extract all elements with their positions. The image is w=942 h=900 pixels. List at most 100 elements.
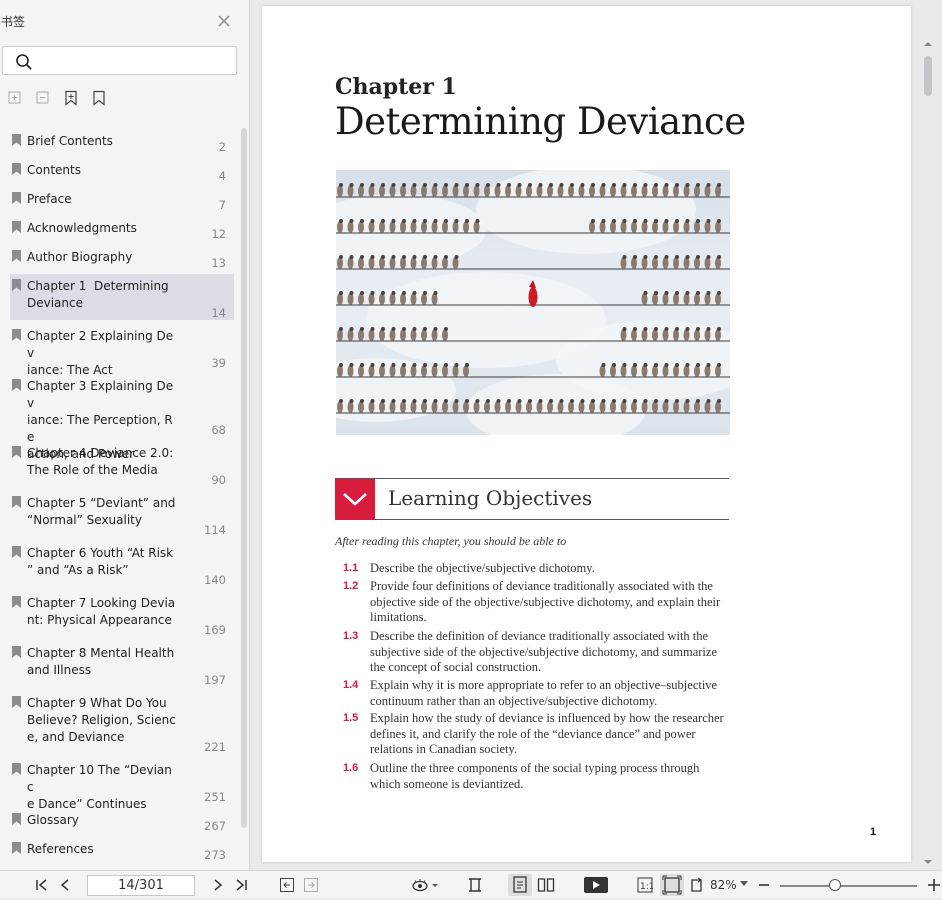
back-icon[interactable] (279, 877, 295, 893)
learning-objectives-header: Learning Objectives (335, 478, 729, 520)
bookmark-ribbon-icon (12, 163, 21, 175)
bookmark-item[interactable]: Chapter 8 Mental Health and Illness 197 (10, 641, 234, 687)
single-page-view-button[interactable] (508, 874, 532, 896)
bookmark-label: Chapter 2 Explaining Dev iance: The Act (27, 329, 174, 377)
bookmark-item[interactable]: Brief Contents 2 (10, 129, 234, 154)
bookmark-ribbon-icon (12, 329, 21, 341)
zoom-in-icon[interactable] (926, 877, 942, 893)
bookmark-label: Chapter 9 What Do You Believe? Religion,… (27, 696, 176, 744)
bookmark-item[interactable]: Chapter 9 What Do You Believe? Religion,… (10, 691, 234, 754)
birds-on-wires-image (336, 170, 730, 435)
objective-number: 1.5 (343, 712, 359, 724)
bookmark-label: Author Biography (27, 250, 133, 264)
bookmark-label: Chapter 10 The “Devianc e Dance” Continu… (27, 763, 172, 811)
bookmark-page-number: 251 (204, 790, 226, 804)
two-page-view-icon[interactable] (537, 877, 555, 893)
bookmark-page-number: 39 (211, 356, 226, 370)
collapse-all-icon[interactable] (35, 90, 51, 106)
bookmark-label: Chapter 6 Youth “At Risk ” and “As a Ris… (27, 546, 174, 577)
bookmark-ribbon-icon (12, 813, 21, 825)
bookmark-icon[interactable] (91, 90, 107, 106)
scroll-up-icon[interactable] (923, 40, 933, 48)
bookmark-page-number: 273 (204, 848, 226, 862)
bookmark-page-number: 169 (204, 623, 226, 637)
bookmark-ribbon-icon (12, 279, 21, 291)
zoom-slider-handle[interactable] (829, 879, 841, 891)
bookmark-page-number: 140 (204, 573, 226, 587)
zoom-slider-track[interactable] (780, 885, 917, 887)
actual-size-icon[interactable]: 1:1 (637, 877, 653, 893)
bookmark-ribbon-icon (12, 763, 21, 775)
bookmark-page-number: 7 (218, 198, 226, 212)
bookmark-label: Brief Contents (27, 134, 113, 148)
bookmark-item[interactable]: Contents 4 (10, 158, 234, 183)
bookmark-ribbon-icon (12, 596, 21, 608)
forward-icon[interactable] (303, 877, 319, 893)
bookmark-ribbon-icon (12, 221, 21, 233)
scroll-down-icon[interactable] (923, 858, 933, 866)
bookmark-item[interactable]: Author Biography 13 (10, 245, 234, 270)
bookmark-ribbon-icon (12, 192, 21, 204)
bookmark-label: Chapter 7 Looking Devia nt: Physical App… (27, 596, 176, 627)
fit-width-icon[interactable] (467, 877, 483, 893)
rotate-icon[interactable] (689, 877, 705, 893)
bookmark-item[interactable]: Preface 7 (10, 187, 234, 212)
previous-page-icon[interactable] (57, 877, 73, 893)
objective-text: Provide four definitions of deviance tra… (370, 579, 721, 624)
zoom-dropdown-icon[interactable] (740, 881, 748, 887)
add-bookmark-icon[interactable] (63, 90, 79, 106)
bookmark-ribbon-icon (12, 446, 21, 458)
objective-number: 1.3 (343, 630, 359, 642)
next-page-icon[interactable] (210, 877, 226, 893)
objective-text: Explain why it is more appropriate to re… (370, 678, 718, 708)
bookmark-item[interactable]: Acknowledgments 12 (10, 216, 234, 241)
page-number-input[interactable]: 14/301 (87, 875, 195, 896)
bookmark-ribbon-icon (12, 696, 21, 708)
objective-number: 1.4 (343, 679, 359, 691)
bookmark-label: Chapter 8 Mental Health and Illness (27, 646, 175, 677)
fit-page-button[interactable] (660, 874, 684, 896)
search-icon (16, 54, 32, 70)
bookmark-item[interactable]: Chapter 4 Deviance 2.0: The Role of the … (10, 441, 234, 487)
bookmark-item[interactable]: Chapter 6 Youth “At Risk ” and “As a Ris… (10, 541, 234, 587)
bookmark-label: Chapter 1 Determining Deviance (27, 279, 169, 310)
expand-all-icon[interactable] (7, 90, 23, 106)
objective-number: 1.1 (343, 562, 359, 574)
objective-text: Explain how the study of deviance is inf… (370, 711, 724, 756)
bookmark-search-input[interactable] (2, 46, 237, 75)
zoom-out-icon[interactable] (757, 877, 773, 893)
bookmark-item[interactable]: Chapter 7 Looking Devia nt: Physical App… (10, 591, 234, 637)
sidebar-scrollbar[interactable] (241, 128, 247, 828)
bookmark-ribbon-icon (12, 379, 21, 391)
bookmark-item[interactable]: Chapter 5 “Deviant” and “Normal” Sexuali… (10, 491, 234, 537)
chevron-badge-icon (335, 479, 375, 520)
bookmark-ribbon-icon (12, 250, 21, 262)
bookmark-label: Contents (27, 163, 81, 177)
bookmark-item[interactable]: Glossary 267 (10, 808, 234, 833)
chapter-title: Determining Deviance (335, 100, 746, 143)
bookmark-item[interactable]: Chapter 1 Determining Deviance 14 (10, 274, 234, 320)
zoom-level[interactable]: 82% (710, 878, 737, 892)
play-slideshow-icon[interactable] (584, 877, 608, 893)
bookmark-label: Glossary (27, 813, 79, 827)
bookmark-page-number: 14 (211, 306, 226, 320)
bookmark-label: Acknowledgments (27, 221, 137, 235)
document-scrollbar[interactable] (924, 56, 932, 96)
bookmark-ribbon-icon (12, 496, 21, 508)
bookmark-item[interactable]: Chapter 3 Explaining Dev iance: The Perc… (10, 374, 234, 461)
pdf-page: Chapter 1 Determining Deviance Learning … (262, 6, 911, 862)
bookmark-ribbon-icon (12, 646, 21, 658)
close-icon[interactable] (217, 14, 231, 28)
eye-protection-icon[interactable] (411, 877, 439, 893)
bookmark-item[interactable]: Chapter 10 The “Devianc e Dance” Continu… (10, 758, 234, 811)
svg-text:1:1: 1:1 (640, 882, 653, 892)
bookmark-item[interactable]: References 273 (10, 837, 234, 862)
fit-page-icon (662, 875, 682, 895)
first-page-icon[interactable] (34, 877, 50, 893)
objective-text: Describe the definition of deviance trad… (370, 629, 718, 674)
bookmark-panel: 书签 Brief Contents 2 Contents 4 Preface 7 Ackno… (0, 0, 250, 870)
bookmark-item[interactable]: Chapter 2 Explaining Dev iance: The Act 3… (10, 324, 234, 377)
bookmark-label: Chapter 5 “Deviant” and “Normal” Sexuali… (27, 496, 176, 527)
single-page-icon (513, 876, 527, 893)
last-page-icon[interactable] (233, 877, 249, 893)
